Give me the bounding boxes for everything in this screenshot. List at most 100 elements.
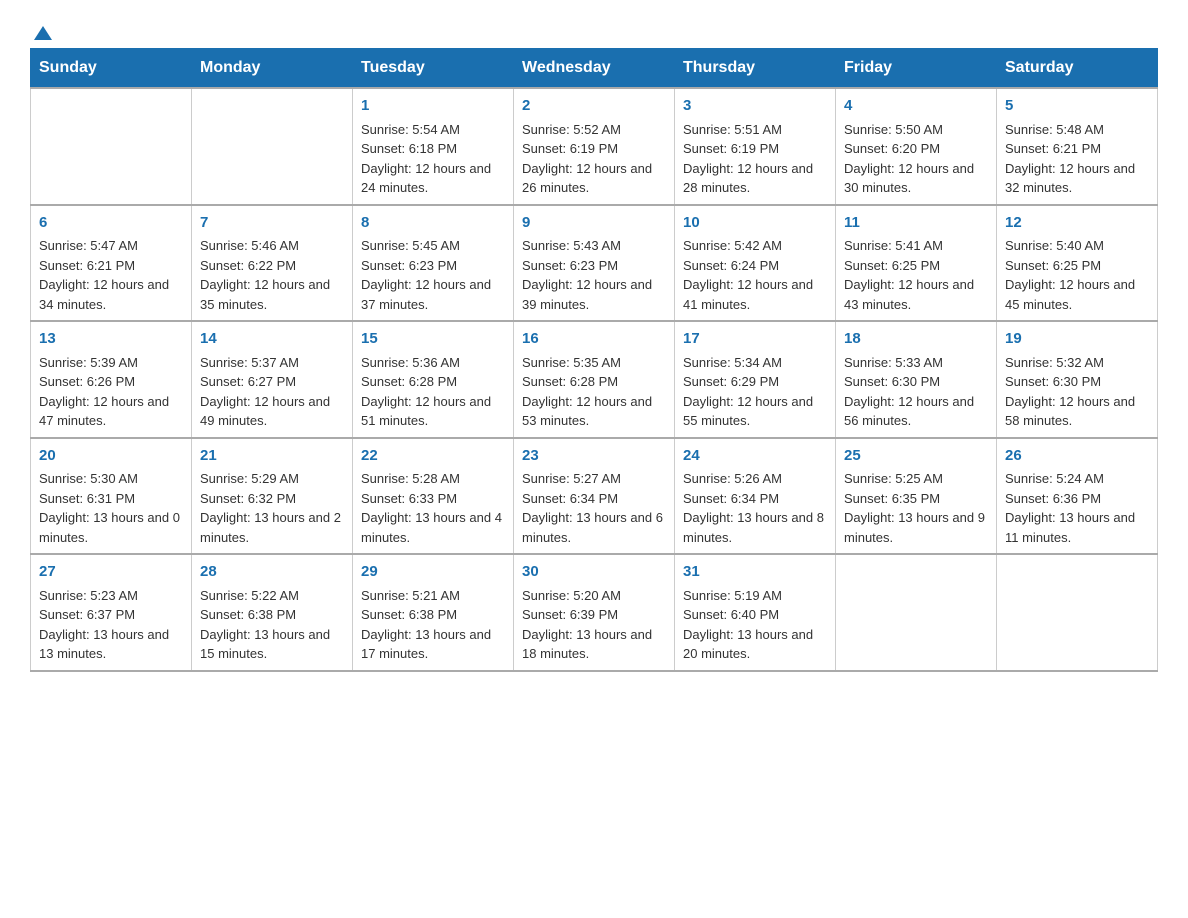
- sunrise-text: Sunrise: 5:47 AM: [39, 236, 183, 256]
- sunrise-text: Sunrise: 5:42 AM: [683, 236, 827, 256]
- calendar-cell: [836, 554, 997, 671]
- sunset-text: Sunset: 6:25 PM: [844, 256, 988, 276]
- calendar-cell: 12Sunrise: 5:40 AMSunset: 6:25 PMDayligh…: [997, 205, 1158, 322]
- sunset-text: Sunset: 6:37 PM: [39, 605, 183, 625]
- calendar-cell: 17Sunrise: 5:34 AMSunset: 6:29 PMDayligh…: [675, 321, 836, 438]
- sunrise-text: Sunrise: 5:24 AM: [1005, 469, 1149, 489]
- sunset-text: Sunset: 6:33 PM: [361, 489, 505, 509]
- col-header-sunday: Sunday: [31, 49, 192, 89]
- calendar-cell: 19Sunrise: 5:32 AMSunset: 6:30 PMDayligh…: [997, 321, 1158, 438]
- calendar-cell: 30Sunrise: 5:20 AMSunset: 6:39 PMDayligh…: [514, 554, 675, 671]
- sunrise-text: Sunrise: 5:29 AM: [200, 469, 344, 489]
- calendar-cell: [997, 554, 1158, 671]
- day-number: 31: [683, 561, 827, 584]
- sunset-text: Sunset: 6:34 PM: [522, 489, 666, 509]
- daylight-text: Daylight: 13 hours and 6 minutes.: [522, 508, 666, 547]
- sunrise-text: Sunrise: 5:39 AM: [39, 353, 183, 373]
- sunrise-text: Sunrise: 5:45 AM: [361, 236, 505, 256]
- daylight-text: Daylight: 13 hours and 20 minutes.: [683, 625, 827, 664]
- sunrise-text: Sunrise: 5:34 AM: [683, 353, 827, 373]
- day-number: 12: [1005, 212, 1149, 235]
- sunset-text: Sunset: 6:23 PM: [361, 256, 505, 276]
- sunset-text: Sunset: 6:21 PM: [1005, 139, 1149, 159]
- sunset-text: Sunset: 6:40 PM: [683, 605, 827, 625]
- calendar-header-row: SundayMondayTuesdayWednesdayThursdayFrid…: [31, 49, 1158, 89]
- calendar-cell: 1Sunrise: 5:54 AMSunset: 6:18 PMDaylight…: [353, 88, 514, 205]
- daylight-text: Daylight: 12 hours and 32 minutes.: [1005, 159, 1149, 198]
- sunrise-text: Sunrise: 5:33 AM: [844, 353, 988, 373]
- sunset-text: Sunset: 6:31 PM: [39, 489, 183, 509]
- daylight-text: Daylight: 12 hours and 56 minutes.: [844, 392, 988, 431]
- calendar-cell: 23Sunrise: 5:27 AMSunset: 6:34 PMDayligh…: [514, 438, 675, 555]
- sunset-text: Sunset: 6:19 PM: [522, 139, 666, 159]
- day-number: 28: [200, 561, 344, 584]
- day-number: 3: [683, 95, 827, 118]
- day-number: 23: [522, 445, 666, 468]
- daylight-text: Daylight: 12 hours and 43 minutes.: [844, 275, 988, 314]
- day-number: 2: [522, 95, 666, 118]
- sunset-text: Sunset: 6:39 PM: [522, 605, 666, 625]
- calendar-cell: 20Sunrise: 5:30 AMSunset: 6:31 PMDayligh…: [31, 438, 192, 555]
- sunset-text: Sunset: 6:22 PM: [200, 256, 344, 276]
- logo-triangle-icon: [32, 22, 54, 44]
- calendar-week-row: 27Sunrise: 5:23 AMSunset: 6:37 PMDayligh…: [31, 554, 1158, 671]
- calendar-cell: 10Sunrise: 5:42 AMSunset: 6:24 PMDayligh…: [675, 205, 836, 322]
- day-number: 27: [39, 561, 183, 584]
- sunrise-text: Sunrise: 5:36 AM: [361, 353, 505, 373]
- calendar-week-row: 6Sunrise: 5:47 AMSunset: 6:21 PMDaylight…: [31, 205, 1158, 322]
- daylight-text: Daylight: 13 hours and 13 minutes.: [39, 625, 183, 664]
- sunset-text: Sunset: 6:30 PM: [1005, 372, 1149, 392]
- daylight-text: Daylight: 12 hours and 28 minutes.: [683, 159, 827, 198]
- calendar-table: SundayMondayTuesdayWednesdayThursdayFrid…: [30, 48, 1158, 672]
- sunrise-text: Sunrise: 5:25 AM: [844, 469, 988, 489]
- logo: [30, 20, 54, 38]
- calendar-cell: 16Sunrise: 5:35 AMSunset: 6:28 PMDayligh…: [514, 321, 675, 438]
- calendar-cell: 8Sunrise: 5:45 AMSunset: 6:23 PMDaylight…: [353, 205, 514, 322]
- col-header-thursday: Thursday: [675, 49, 836, 89]
- calendar-cell: 2Sunrise: 5:52 AMSunset: 6:19 PMDaylight…: [514, 88, 675, 205]
- daylight-text: Daylight: 13 hours and 0 minutes.: [39, 508, 183, 547]
- daylight-text: Daylight: 12 hours and 41 minutes.: [683, 275, 827, 314]
- sunset-text: Sunset: 6:19 PM: [683, 139, 827, 159]
- daylight-text: Daylight: 13 hours and 17 minutes.: [361, 625, 505, 664]
- sunrise-text: Sunrise: 5:20 AM: [522, 586, 666, 606]
- calendar-cell: 26Sunrise: 5:24 AMSunset: 6:36 PMDayligh…: [997, 438, 1158, 555]
- calendar-cell: 27Sunrise: 5:23 AMSunset: 6:37 PMDayligh…: [31, 554, 192, 671]
- sunset-text: Sunset: 6:25 PM: [1005, 256, 1149, 276]
- calendar-cell: [31, 88, 192, 205]
- day-number: 11: [844, 212, 988, 235]
- sunrise-text: Sunrise: 5:21 AM: [361, 586, 505, 606]
- calendar-week-row: 1Sunrise: 5:54 AMSunset: 6:18 PMDaylight…: [31, 88, 1158, 205]
- calendar-cell: 31Sunrise: 5:19 AMSunset: 6:40 PMDayligh…: [675, 554, 836, 671]
- daylight-text: Daylight: 12 hours and 55 minutes.: [683, 392, 827, 431]
- sunrise-text: Sunrise: 5:48 AM: [1005, 120, 1149, 140]
- calendar-cell: 18Sunrise: 5:33 AMSunset: 6:30 PMDayligh…: [836, 321, 997, 438]
- sunrise-text: Sunrise: 5:37 AM: [200, 353, 344, 373]
- day-number: 22: [361, 445, 505, 468]
- sunset-text: Sunset: 6:34 PM: [683, 489, 827, 509]
- header: [30, 20, 1158, 38]
- sunset-text: Sunset: 6:18 PM: [361, 139, 505, 159]
- sunrise-text: Sunrise: 5:41 AM: [844, 236, 988, 256]
- day-number: 26: [1005, 445, 1149, 468]
- sunset-text: Sunset: 6:28 PM: [522, 372, 666, 392]
- day-number: 25: [844, 445, 988, 468]
- sunrise-text: Sunrise: 5:54 AM: [361, 120, 505, 140]
- sunrise-text: Sunrise: 5:30 AM: [39, 469, 183, 489]
- col-header-saturday: Saturday: [997, 49, 1158, 89]
- calendar-cell: 29Sunrise: 5:21 AMSunset: 6:38 PMDayligh…: [353, 554, 514, 671]
- daylight-text: Daylight: 12 hours and 47 minutes.: [39, 392, 183, 431]
- day-number: 16: [522, 328, 666, 351]
- sunset-text: Sunset: 6:29 PM: [683, 372, 827, 392]
- daylight-text: Daylight: 13 hours and 8 minutes.: [683, 508, 827, 547]
- sunset-text: Sunset: 6:23 PM: [522, 256, 666, 276]
- sunset-text: Sunset: 6:27 PM: [200, 372, 344, 392]
- sunrise-text: Sunrise: 5:32 AM: [1005, 353, 1149, 373]
- sunset-text: Sunset: 6:35 PM: [844, 489, 988, 509]
- daylight-text: Daylight: 13 hours and 18 minutes.: [522, 625, 666, 664]
- day-number: 18: [844, 328, 988, 351]
- day-number: 5: [1005, 95, 1149, 118]
- daylight-text: Daylight: 13 hours and 15 minutes.: [200, 625, 344, 664]
- sunrise-text: Sunrise: 5:43 AM: [522, 236, 666, 256]
- daylight-text: Daylight: 12 hours and 24 minutes.: [361, 159, 505, 198]
